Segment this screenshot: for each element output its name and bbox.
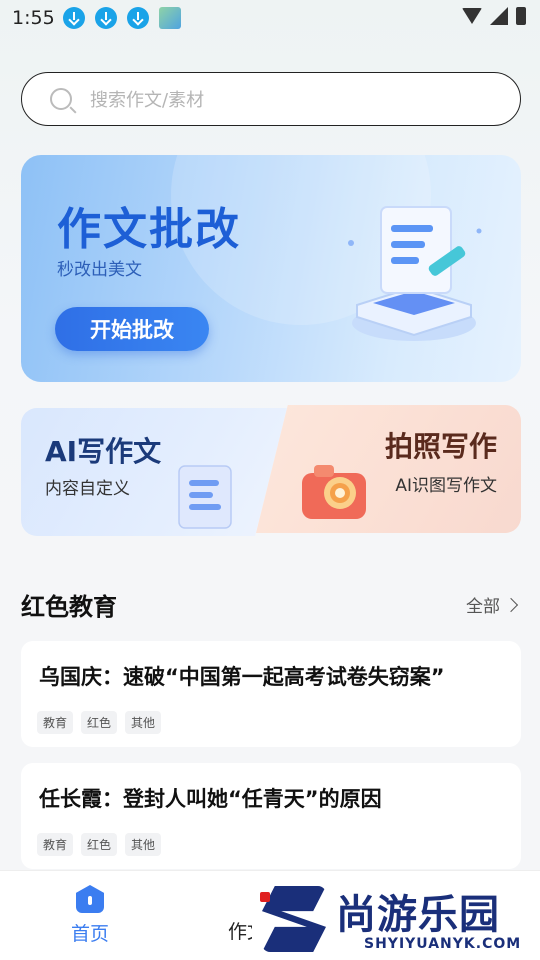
status-indicators <box>462 7 526 25</box>
status-bar: 1:55 <box>0 0 540 36</box>
nav-home-label: 首页 <box>70 923 109 945</box>
tag: 其他 <box>125 711 162 734</box>
section-title: 红色教育 <box>21 593 117 621</box>
tag: 教育 <box>37 711 74 734</box>
download-icon <box>126 7 149 29</box>
article-title: 乌国庆：速破“中国第一起高考试卷失窃案” <box>39 665 445 689</box>
search-input[interactable]: 搜索作文/素材 <box>21 72 521 126</box>
ai-writing-card-background <box>21 408 287 536</box>
document-icon <box>178 465 232 529</box>
home-icon <box>76 885 104 913</box>
photo-writing-title: 拍照写作 <box>384 430 497 463</box>
tag-list: 教育 红色 其他 <box>37 833 162 856</box>
tag: 教育 <box>37 833 74 856</box>
status-time: 1:55 <box>12 7 55 29</box>
wifi-icon <box>462 8 482 24</box>
watermark-logo-icon <box>262 886 326 952</box>
nav-item-home[interactable]: 首页 <box>68 885 112 946</box>
start-correction-button[interactable]: 开始批改 <box>55 307 209 351</box>
tag: 红色 <box>81 833 118 856</box>
search-placeholder: 搜索作文/素材 <box>90 90 205 111</box>
tag: 红色 <box>81 711 118 734</box>
tag: 其他 <box>125 833 162 856</box>
ai-writing-subtitle: 内容自定义 <box>45 479 130 499</box>
search-icon <box>50 88 72 110</box>
ai-writing-card[interactable]: AI写作文 内容自定义 <box>21 408 287 536</box>
document-correction-illustration-icon <box>348 206 482 341</box>
essay-correction-banner[interactable]: 作文批改 秒改出美文 开始批改 <box>21 155 521 382</box>
battery-icon <box>516 7 526 25</box>
banner-subtitle: 秒改出美文 <box>57 260 142 280</box>
watermark: 尚游乐园 SHYIYUANYK.COM <box>252 878 540 960</box>
view-all-label: 全部 <box>466 597 500 617</box>
signal-icon <box>490 7 508 25</box>
download-icon <box>62 7 85 29</box>
chevron-right-icon <box>503 597 519 612</box>
article-card[interactable]: 任长霞：登封人叫她“任青天”的原因 教育 红色 其他 <box>21 763 521 869</box>
ai-writing-title: AI写作文 <box>45 435 162 468</box>
tag-list: 教育 红色 其他 <box>37 711 162 734</box>
app-notification-icon <box>158 7 181 29</box>
article-card[interactable]: 乌国庆：速破“中国第一起高考试卷失窃案” 教育 红色 其他 <box>21 641 521 747</box>
article-title: 任长霞：登封人叫她“任青天”的原因 <box>39 787 382 811</box>
watermark-url: SHYIYUANYK.COM <box>364 936 522 952</box>
download-icon <box>94 7 117 29</box>
watermark-text: 尚游乐园 <box>336 892 500 938</box>
banner-title: 作文批改 <box>57 204 241 255</box>
photo-writing-subtitle: AI识图写作文 <box>395 476 497 496</box>
view-all-link[interactable]: 全部 <box>466 592 519 617</box>
camera-icon <box>302 465 366 519</box>
photo-writing-card[interactable]: 拍照写作 AI识图写作文 <box>256 405 521 533</box>
watermark-accent-icon <box>260 892 270 902</box>
